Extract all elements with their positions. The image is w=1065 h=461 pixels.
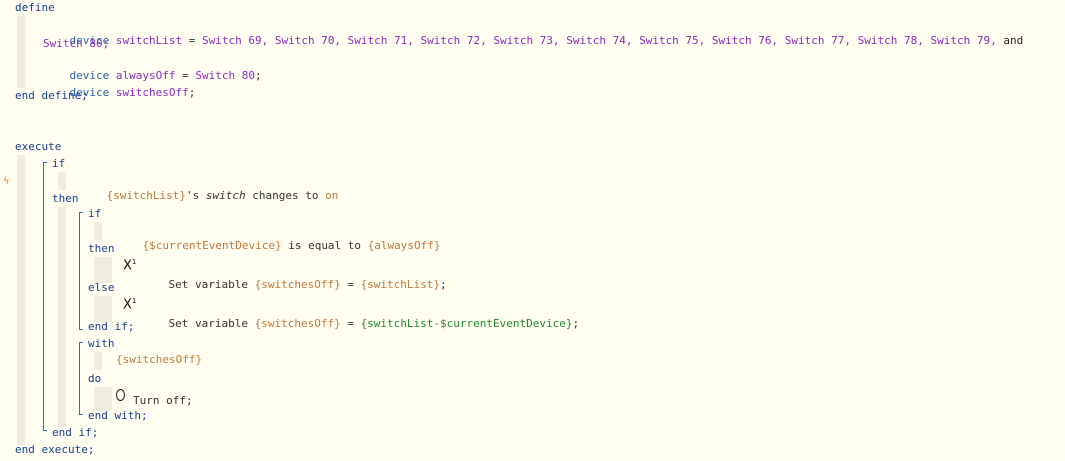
switchesoff-var: {switchesOff} <box>254 278 341 291</box>
set-variable-icon: X1 <box>123 258 137 274</box>
if-keyword: if <box>52 157 66 170</box>
inner-if-bracket-bottom <box>79 329 83 330</box>
equals-sign: = <box>182 34 202 47</box>
end-if-outer-keyword: end if; <box>52 426 99 439</box>
end-execute-keyword: end execute; <box>15 443 95 456</box>
define-line-switchlist[interactable]: device switchList = Switch 69, Switch 70… <box>43 20 1024 47</box>
else-keyword: else <box>88 281 115 294</box>
trigger-bolt-icon: ϟ <box>3 176 10 187</box>
do-keyword: do <box>88 372 102 385</box>
then-action-bar <box>94 257 112 283</box>
execute-indent-bar <box>17 155 25 445</box>
do-action-bar <box>94 387 112 411</box>
semicolon: ; <box>572 317 580 330</box>
switch-list-values: Switch 69, Switch 70, Switch 71, Switch … <box>201 34 997 47</box>
alwaysoff-var: {alwaysOff} <box>367 239 441 252</box>
current-event-device-var: {$currentEventDevice} <box>142 239 282 252</box>
define-keyword: define <box>15 1 55 14</box>
with-var-bar <box>94 352 102 370</box>
with-keyword: with <box>88 337 115 350</box>
inner-condition[interactable]: {$currentEventDevice} is equal to {alway… <box>116 225 441 252</box>
inner-if-keyword: if <box>88 207 102 220</box>
expression-value: {switchList-$currentEventDevice} <box>360 317 573 330</box>
end-define-keyword: end define; <box>15 89 88 102</box>
set-variable-action-1[interactable]: Set variable {switchesOff} = {switchList… <box>142 264 447 291</box>
then-indent-bar <box>58 207 66 427</box>
trigger-attribute: switch <box>205 189 246 202</box>
switchesoff-var: {switchesOff} <box>254 317 341 330</box>
define-indent-bar <box>17 16 25 88</box>
with-bracket-top <box>79 342 83 343</box>
and-word: and <box>996 34 1024 47</box>
else-action-bar <box>94 296 112 322</box>
execute-keyword: execute <box>15 140 62 153</box>
set-variable-text: Set variable <box>168 278 255 291</box>
inner-if-bracket-top <box>79 212 83 213</box>
switchlist-var: {switchList} <box>360 278 441 291</box>
editor-gutter <box>0 0 12 461</box>
switchesoff-name: switchesOff <box>115 86 189 99</box>
outer-if-bracket-top <box>43 162 47 163</box>
switchlist-name: switchList <box>115 34 183 47</box>
inner-then-keyword: then <box>88 242 115 255</box>
possessive-text: 's <box>185 189 206 202</box>
end-with-keyword: end with; <box>88 409 148 422</box>
with-bracket-bottom <box>79 414 83 415</box>
inner-cond-bar <box>94 222 102 240</box>
alwaysoff-value: Switch 80 <box>195 69 255 82</box>
is-equal-to-text: is equal to <box>281 239 368 252</box>
if-cond-bar <box>58 172 66 190</box>
trigger-value: on <box>325 189 339 202</box>
set-variable-icon: X1 <box>123 297 137 313</box>
end-if-inner-keyword: end if; <box>88 320 135 333</box>
code-editor[interactable]: ϟ define device switchList = Switch 69, … <box>0 0 1065 461</box>
with-bracket <box>79 342 80 414</box>
define-line-switch80: Switch 80; <box>43 37 110 50</box>
set-variable-text: Set variable <box>168 317 255 330</box>
define-line-alwaysoff[interactable]: device alwaysOff = Switch 80; <box>43 55 262 82</box>
changes-to-text: changes to <box>245 189 326 202</box>
inner-if-bracket <box>79 212 80 329</box>
then-keyword: then <box>52 192 79 205</box>
outer-if-bracket <box>43 162 44 430</box>
set-variable-action-2[interactable]: Set variable {switchesOff} = {switchList… <box>142 303 580 330</box>
define-line-switchesoff[interactable]: device switchesOff; <box>43 72 196 99</box>
equals-sign: = <box>340 317 361 330</box>
equals-sign: = <box>340 278 361 291</box>
outer-if-bracket-bottom <box>43 430 47 431</box>
trigger-variable: {switchList} <box>106 189 186 202</box>
semicolon: ; <box>254 69 262 82</box>
semicolon: ; <box>440 278 447 291</box>
semicolon: ; <box>188 86 196 99</box>
turn-off-action[interactable]: Turn off; <box>133 394 193 408</box>
trigger-condition[interactable]: {switchList}'s switch changes to on <box>80 175 339 202</box>
circle-icon <box>116 389 125 401</box>
with-variable[interactable]: {switchesOff} <box>116 353 202 367</box>
